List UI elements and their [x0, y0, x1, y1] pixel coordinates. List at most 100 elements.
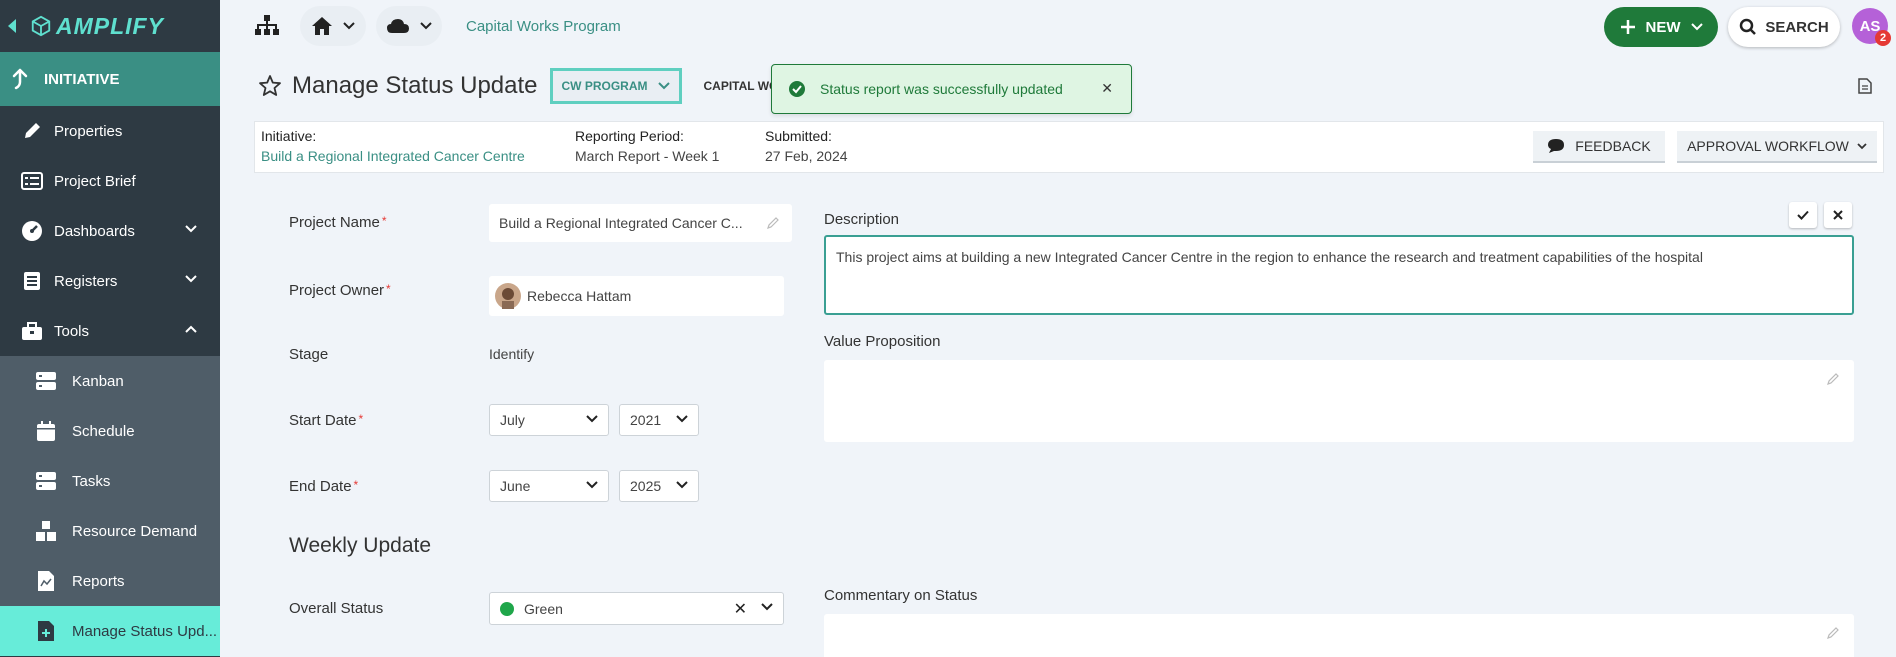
- approval-workflow-label: APPROVAL WORKFLOW: [1687, 138, 1849, 154]
- stage-label: Stage: [289, 346, 328, 363]
- sidebar-initiative-header[interactable]: INITIATIVE: [0, 52, 220, 106]
- home-menu-button[interactable]: [300, 6, 366, 46]
- edit-pencil-icon[interactable]: [1826, 626, 1840, 640]
- new-button-label: NEW: [1646, 19, 1681, 36]
- sidebar-item-label: Tasks: [72, 473, 110, 490]
- chevron-down-icon: [184, 274, 198, 284]
- end-year-select[interactable]: 2025: [619, 470, 699, 502]
- start-month-select[interactable]: July: [489, 404, 609, 436]
- comment-icon: [1547, 138, 1565, 154]
- end-month-select[interactable]: June: [489, 470, 609, 502]
- status-info-bar: Initiative: Build a Regional Integrated …: [254, 121, 1884, 173]
- initiative-link[interactable]: Build a Regional Integrated Cancer Centr…: [261, 148, 525, 164]
- owner-avatar: [495, 283, 521, 309]
- search-button[interactable]: SEARCH: [1728, 7, 1840, 47]
- program-select[interactable]: CW PROGRAM: [550, 68, 682, 104]
- check-icon: [1797, 210, 1809, 220]
- clear-icon[interactable]: ✕: [734, 599, 747, 619]
- kanban-icon: [34, 369, 58, 393]
- edit-pencil-icon[interactable]: [1826, 372, 1840, 386]
- chevron-down-icon: [761, 603, 773, 611]
- description-textarea[interactable]: This project aims at building a new Inte…: [824, 235, 1854, 315]
- sidebar-item-manage-status-update[interactable]: Manage Status Upd...: [0, 606, 220, 656]
- sidebar: AMPLIFY INITIATIVE Properties Project Br…: [0, 0, 220, 657]
- submitted-label: Submitted:: [765, 128, 848, 144]
- title-row: Manage Status Update CW PROGRAM CAPITAL …: [258, 66, 790, 106]
- cloud-menu-button[interactable]: [376, 6, 442, 46]
- document-icon[interactable]: [1858, 78, 1872, 94]
- sidebar-item-schedule[interactable]: Schedule: [0, 406, 220, 456]
- feedback-button[interactable]: FEEDBACK: [1533, 131, 1665, 163]
- overall-status-label: Overall Status: [289, 600, 383, 617]
- sidebar-item-label: Registers: [54, 273, 117, 290]
- project-owner-field[interactable]: Rebecca Hattam: [489, 276, 784, 316]
- new-button[interactable]: NEW: [1604, 7, 1718, 47]
- program-select-value: CW PROGRAM: [562, 79, 648, 93]
- chevron-down-icon: [586, 415, 598, 423]
- confirm-button[interactable]: [1789, 202, 1817, 228]
- sidebar-item-label: Dashboards: [54, 223, 135, 240]
- required-marker: *: [382, 214, 387, 228]
- breadcrumb[interactable]: Capital Works Program: [466, 18, 621, 35]
- brand-bar: AMPLIFY: [0, 0, 220, 52]
- project-owner-label-text: Project Owner: [289, 282, 384, 299]
- sidebar-item-kanban[interactable]: Kanban: [0, 356, 220, 406]
- chevron-down-icon: [1857, 143, 1867, 150]
- plus-icon: [1620, 19, 1636, 35]
- sidebar-item-label: Manage Status Upd...: [72, 623, 217, 640]
- chevron-down-icon: [420, 22, 432, 30]
- chevron-down-icon: [184, 224, 198, 234]
- value-proposition-field[interactable]: [824, 360, 1854, 442]
- submitted-info: Submitted: 27 Feb, 2024: [765, 128, 848, 164]
- pencil-icon: [20, 119, 44, 143]
- close-icon[interactable]: ✕: [1101, 80, 1113, 97]
- overall-status-select[interactable]: Green ✕: [489, 592, 784, 625]
- stage-label-text: Stage: [289, 346, 328, 363]
- sidebar-item-reports[interactable]: Reports: [0, 556, 220, 606]
- sidebar-item-properties[interactable]: Properties: [0, 106, 220, 156]
- page-title: Manage Status Update: [292, 72, 538, 100]
- edit-pencil-icon[interactable]: [766, 216, 780, 230]
- sidebar-item-label: Tools: [54, 323, 89, 340]
- tools-submenu: Kanban Schedule Tasks Resource Demand Re…: [0, 356, 220, 656]
- notification-badge: 2: [1875, 30, 1891, 46]
- star-icon[interactable]: [258, 74, 282, 98]
- project-name-value: Build a Regional Integrated Cancer C...: [499, 215, 743, 231]
- start-year-select[interactable]: 2021: [619, 404, 699, 436]
- sidebar-item-tools[interactable]: Tools: [0, 306, 220, 356]
- overall-status-label-text: Overall Status: [289, 600, 383, 617]
- list-icon: [20, 169, 44, 193]
- commentary-field[interactable]: [824, 614, 1854, 657]
- brand-name[interactable]: AMPLIFY: [56, 13, 164, 40]
- reporting-period-value: March Report - Week 1: [575, 148, 719, 164]
- user-avatar[interactable]: AS 2: [1852, 8, 1888, 44]
- start-month-value: July: [500, 412, 525, 428]
- project-name-label: Project Name*: [289, 214, 387, 231]
- end-date-label-text: End Date: [289, 478, 352, 495]
- collapse-sidebar-icon[interactable]: [8, 19, 16, 33]
- description-label: Description: [824, 211, 899, 228]
- sidebar-item-registers[interactable]: Registers: [0, 256, 220, 306]
- value-proposition-label: Value Proposition: [824, 333, 940, 350]
- end-date-label: End Date*: [289, 478, 358, 495]
- sidebar-item-dashboards[interactable]: Dashboards: [0, 206, 220, 256]
- sidebar-item-resource-demand[interactable]: Resource Demand: [0, 506, 220, 556]
- overall-status-value: Green: [524, 601, 563, 617]
- sidebar-item-tasks[interactable]: Tasks: [0, 456, 220, 506]
- approval-workflow-button[interactable]: APPROVAL WORKFLOW: [1677, 131, 1877, 163]
- project-name-field[interactable]: Build a Regional Integrated Cancer C...: [489, 204, 792, 242]
- end-month-value: June: [500, 478, 530, 494]
- status-dot-icon: [500, 602, 514, 616]
- chevron-up-icon: [184, 324, 198, 334]
- start-date-label: Start Date*: [289, 412, 363, 429]
- end-year-value: 2025: [630, 478, 661, 494]
- sidebar-item-project-brief[interactable]: Project Brief: [0, 156, 220, 206]
- project-owner-value: Rebecca Hattam: [527, 288, 631, 304]
- submitted-value: 27 Feb, 2024: [765, 148, 848, 164]
- boxes-icon: [34, 519, 58, 543]
- hierarchy-icon[interactable]: [254, 14, 280, 39]
- cancel-button[interactable]: [1824, 202, 1852, 228]
- feedback-label: FEEDBACK: [1575, 138, 1650, 154]
- doc-plus-icon: [34, 619, 58, 643]
- project-owner-label: Project Owner*: [289, 282, 391, 299]
